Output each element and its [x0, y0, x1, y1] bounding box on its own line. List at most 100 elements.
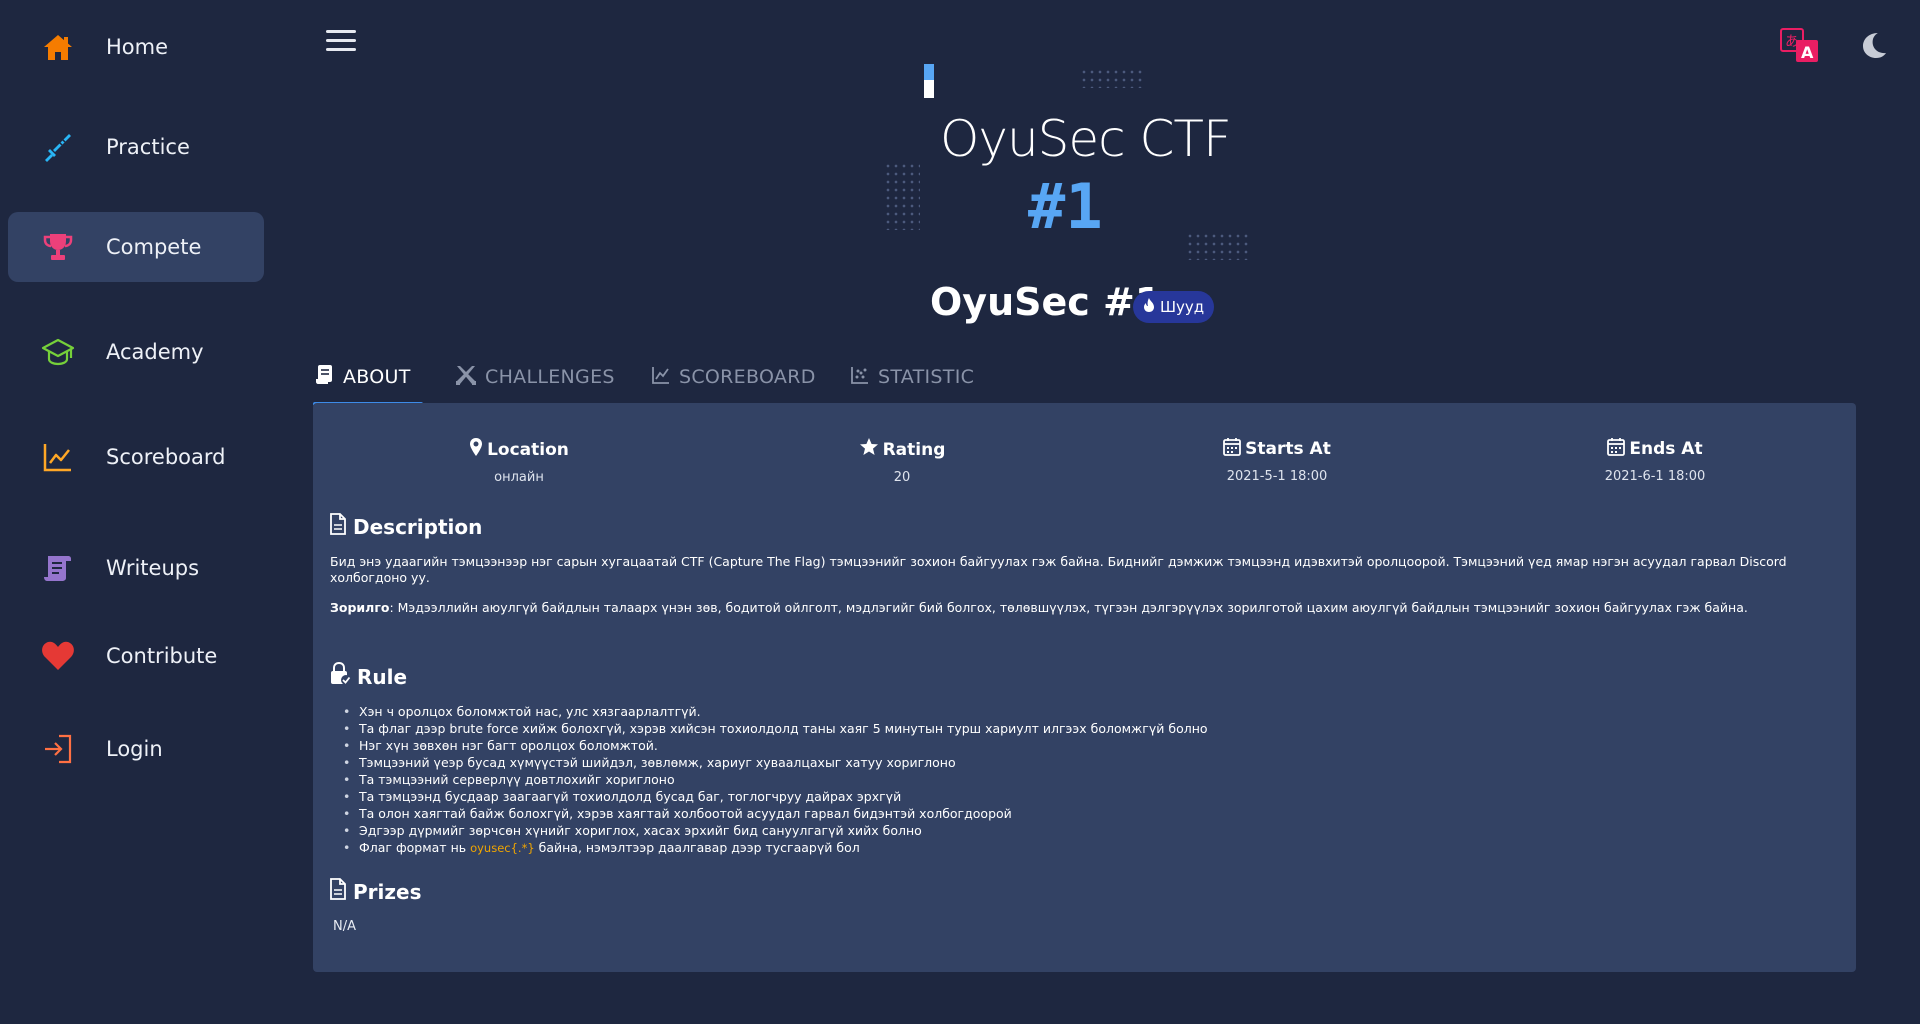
hamburger-line — [326, 30, 356, 33]
menu-toggle-button[interactable] — [326, 30, 356, 54]
tab-statistic[interactable]: STATISTIC — [850, 352, 990, 402]
flag-rule-text: байна, нэмэлтээр даалгавар дээр тусгаарү… — [534, 840, 860, 855]
rule-heading: Rule — [329, 661, 408, 691]
svg-text:A: A — [1801, 43, 1814, 62]
stat-value: 2021-6-1 18:00 — [1604, 469, 1706, 484]
page-title: OyuSec #1 — [930, 280, 1162, 324]
banner-accent-bar — [924, 64, 934, 98]
trophy-icon — [40, 229, 76, 265]
document-icon — [329, 878, 347, 905]
sidebar-item-label: Login — [106, 737, 163, 761]
crossed-swords-icon — [455, 364, 477, 391]
hamburger-line — [326, 48, 356, 51]
stat-value: 20 — [893, 470, 911, 485]
goal-body: : Мэдээллийн аюулгүй байдлын талаарх үнэ… — [389, 600, 1748, 615]
star-icon — [859, 437, 879, 462]
list-item: Та тэмцээнд бусдаар заагаагүй тохиолдолд… — [343, 788, 1208, 805]
tab-label: CHALLENGES — [485, 366, 615, 388]
stat-label: Starts At — [1245, 439, 1331, 459]
section-title: Description — [353, 514, 483, 539]
goal-text: Зорилго: Мэдээллийн аюулгүй байдлын тала… — [330, 600, 1830, 616]
scroll-icon — [315, 364, 335, 391]
list-item: Та олон хаягтай байж болохгүй, хэрэв хая… — [343, 805, 1208, 822]
sidebar-item-contribute[interactable]: Contribute — [8, 621, 264, 691]
sidebar-item-label: Scoreboard — [106, 445, 226, 469]
section-title: Rule — [357, 664, 408, 689]
banner-dots — [1080, 68, 1146, 88]
sidebar-item-scoreboard[interactable]: Scoreboard — [8, 422, 264, 492]
calendar-icon — [1223, 437, 1242, 461]
sidebar-item-label: Home — [106, 35, 169, 59]
sidebar-item-label: Compete — [106, 235, 202, 259]
rules-list: Хэн ч оролцох боломжтой нас, улс хязгаар… — [343, 703, 1208, 857]
stat-starts-at: Starts At 2021-5-1 18:00 — [1177, 437, 1377, 484]
list-item: Та тэмцээний серверлүү довтлохийг хоригл… — [343, 771, 1208, 788]
live-badge-label: Шууд — [1160, 298, 1205, 316]
list-item: Нэг хүн зөвхөн нэг багт оролцох боломжто… — [343, 737, 1208, 754]
tab-challenges[interactable]: CHALLENGES — [455, 352, 615, 402]
stat-value: онлайн — [494, 470, 544, 485]
tab-label: STATISTIC — [878, 366, 975, 388]
sidebar-item-writeups[interactable]: Writeups — [8, 533, 264, 603]
stat-location: Location онлайн — [419, 437, 619, 485]
moon-icon[interactable] — [1858, 30, 1888, 60]
banner-dots — [884, 162, 920, 230]
banner-number: #1 — [1028, 170, 1103, 243]
scroll-icon — [40, 550, 76, 586]
sidebar-item-academy[interactable]: Academy — [8, 317, 264, 387]
prizes-value: N/A — [333, 919, 356, 934]
goal-label: Зорилго — [330, 600, 390, 615]
sidebar: Home Practice Compete Academy Scoreboard… — [0, 0, 270, 1024]
tab-label: ABOUT — [343, 366, 411, 388]
tab-scoreboard[interactable]: SCOREBOARD — [651, 352, 815, 402]
list-item: Хэн ч оролцох боломжтой нас, улс хязгаар… — [343, 703, 1208, 720]
stat-label: Location — [487, 439, 569, 460]
tab-bar: ABOUT CHALLENGES SCOREBOARD STATISTIC — [313, 352, 974, 406]
description-heading: Description — [329, 513, 482, 540]
sword-icon — [40, 129, 76, 165]
flag-rule-text: Флаг формат нь — [359, 840, 471, 855]
translate-icon[interactable]: あ A — [1780, 28, 1820, 64]
banner-title: OyuSec CTF — [940, 110, 1232, 168]
list-item: Тэмцээний үеэр бусад хүмүүстэй шийдэл, з… — [343, 754, 1208, 771]
tab-label: SCOREBOARD — [679, 366, 816, 388]
about-panel: Location онлайн Rating 20 Starts At 2021… — [313, 403, 1856, 972]
chart-line-icon — [40, 439, 76, 475]
banner-dots — [1186, 232, 1252, 260]
lock-icon — [329, 661, 351, 691]
event-banner: OyuSec CTF #1 — [880, 60, 1260, 260]
calendar-icon — [1607, 437, 1626, 461]
sidebar-item-home[interactable]: Home — [8, 12, 264, 82]
sidebar-item-label: Contribute — [106, 644, 218, 668]
chart-line-icon — [651, 365, 671, 390]
scatter-chart-icon — [850, 365, 870, 390]
sidebar-item-compete[interactable]: Compete — [8, 212, 264, 282]
sidebar-item-login[interactable]: Login — [8, 714, 264, 784]
list-item: Та флаг дээр brute force хийж болохгүй, … — [343, 720, 1208, 737]
stat-label: Rating — [882, 439, 946, 460]
list-item: Флаг формат нь oyusec{.*} байна, нэмэлтэ… — [343, 839, 1208, 857]
tab-about[interactable]: ABOUT — [313, 352, 423, 406]
sidebar-item-label: Academy — [106, 340, 204, 364]
live-badge: Шууд — [1133, 291, 1215, 323]
login-icon — [40, 731, 76, 767]
document-icon — [329, 513, 347, 540]
sidebar-item-practice[interactable]: Practice — [8, 112, 264, 182]
description-text: Бид энэ удаагийн тэмцээнээр нэг сарын ху… — [330, 554, 1787, 585]
list-item: Эдгээр дүрмийг зөрчсөн хүнийг хориглох, … — [343, 822, 1208, 839]
stat-ends-at: Ends At 2021-6-1 18:00 — [1555, 437, 1755, 484]
stat-rating: Rating 20 — [802, 437, 1002, 485]
stat-label: Ends At — [1629, 439, 1703, 459]
flag-format: oyusec{.*} — [470, 841, 535, 855]
stat-value: 2021-5-1 18:00 — [1226, 469, 1328, 484]
fire-icon — [1142, 297, 1156, 317]
graduation-cap-icon — [40, 334, 76, 370]
home-icon — [40, 29, 76, 65]
prizes-heading: Prizes — [329, 878, 422, 905]
sidebar-item-label: Writeups — [106, 556, 200, 580]
sidebar-item-label: Practice — [106, 135, 190, 159]
heart-icon — [40, 638, 76, 674]
map-pin-icon — [469, 437, 483, 462]
hamburger-line — [326, 39, 356, 42]
section-title: Prizes — [353, 879, 422, 904]
